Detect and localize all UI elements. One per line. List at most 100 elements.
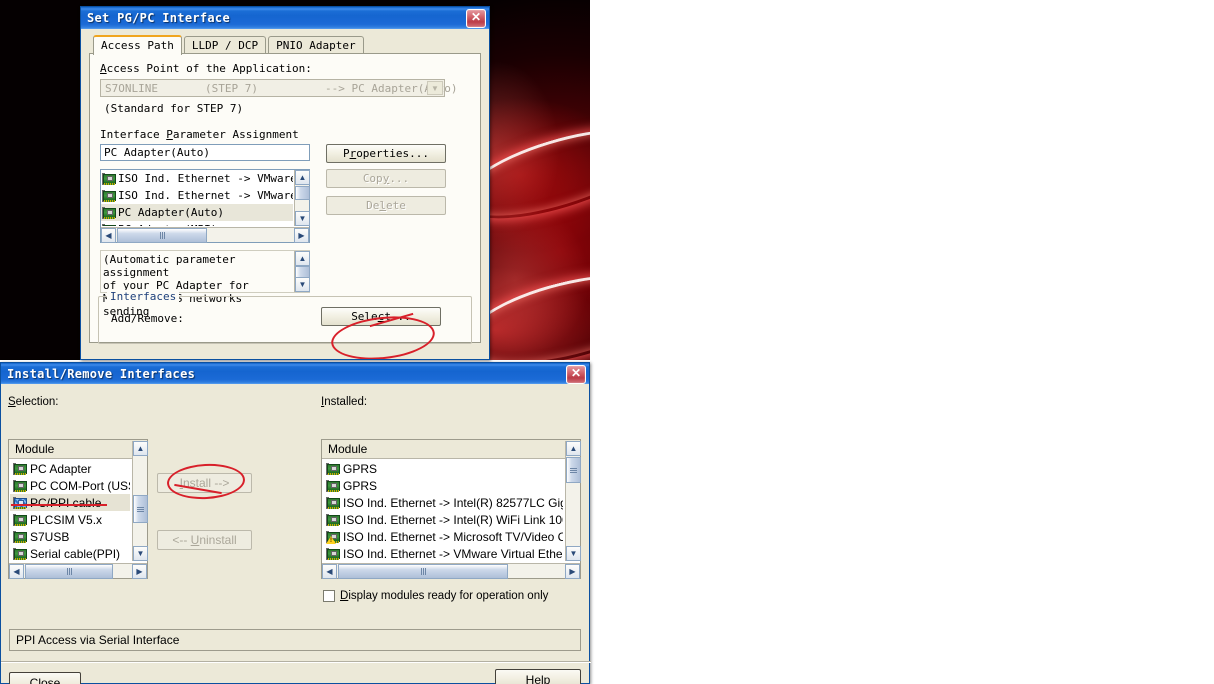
horizontal-scrollbar[interactable]: ◀ ▶: [101, 227, 309, 242]
list-item-label: PC/PPI cable: [30, 496, 101, 510]
access-point-value-col2: (STEP 7): [205, 82, 325, 95]
network-card-icon: [327, 480, 340, 492]
scroll-right-icon[interactable]: ▶: [565, 564, 580, 579]
checkbox-box[interactable]: [323, 590, 335, 602]
ipa-value-field[interactable]: PC Adapter(Auto): [100, 144, 310, 161]
list-item-label: PC Adapter(Auto): [118, 206, 224, 219]
divider-highlight: [1, 662, 591, 663]
selection-listbox[interactable]: Module PC Adapter PC COM-Port (USS) PC/P…: [8, 439, 148, 579]
scroll-up-icon[interactable]: ▲: [295, 251, 310, 266]
list-item-selected[interactable]: PC Adapter(Auto): [101, 204, 293, 221]
list-item[interactable]: ISO Ind. Ethernet -> VMware: [101, 187, 293, 204]
window-title: Install/Remove Interfaces: [7, 367, 195, 381]
scroll-down-icon[interactable]: ▼: [133, 546, 148, 561]
network-card-icon: [327, 497, 340, 509]
tab-lldp-dcp[interactable]: LLDP / DCP: [184, 36, 266, 54]
list-item-selected[interactable]: PC/PPI cable: [10, 494, 130, 511]
display-ready-modules-checkbox[interactable]: Display modules ready for operation only: [323, 590, 548, 602]
scroll-up-icon[interactable]: ▲: [295, 170, 310, 185]
hscrollbar-thumb[interactable]: [117, 228, 207, 243]
interface-listbox[interactable]: ISO Ind. Ethernet -> VMware ISO Ind. Eth…: [100, 169, 310, 243]
list-item[interactable]: ISO Ind. Ethernet -> Intel(R) 82577LC Gi…: [323, 494, 563, 511]
column-header-module: Module: [322, 440, 580, 459]
scroll-down-icon[interactable]: ▼: [295, 277, 310, 292]
network-card-icon: [14, 531, 27, 543]
list-item[interactable]: S7USB: [10, 528, 130, 545]
network-card-icon: [103, 173, 116, 185]
scroll-down-icon[interactable]: ▼: [566, 546, 581, 561]
access-point-label: Access Point of the Application:: [100, 62, 470, 75]
list-item-label: ISO Ind. Ethernet -> Intel(R) 82577LC Gi…: [343, 496, 563, 510]
scroll-right-icon[interactable]: ▶: [294, 228, 309, 243]
scroll-left-icon[interactable]: ◀: [322, 564, 337, 579]
horizontal-scrollbar[interactable]: ◀ ▶: [9, 563, 147, 578]
install-button[interactable]: Install -->: [157, 473, 252, 493]
network-card-icon: [14, 480, 27, 492]
scroll-up-icon[interactable]: ▲: [133, 441, 148, 456]
scroll-up-icon[interactable]: ▲: [566, 441, 581, 456]
list-item[interactable]: PC Adapter(MPI): [101, 221, 293, 226]
list-item[interactable]: GPRS: [323, 477, 563, 494]
network-card-icon: [103, 207, 116, 219]
tab-panel-access-path: Access Point of the Application: S7ONLIN…: [89, 53, 481, 343]
delete-button[interactable]: Delete: [326, 196, 446, 215]
scrollbar-thumb[interactable]: [295, 186, 310, 200]
dialog-body: Access Path LLDP / DCP PNIO Adapter Acce…: [81, 29, 489, 343]
tab-pnio-adapter[interactable]: PNIO Adapter: [268, 36, 363, 54]
hscrollbar-thumb[interactable]: [338, 564, 508, 579]
vertical-scrollbar[interactable]: ▲ ▼: [565, 441, 580, 561]
access-point-combo[interactable]: S7ONLINE (STEP 7) --> PC Adapter(Auto) ▼: [100, 79, 445, 97]
scrollbar-thumb[interactable]: [133, 495, 148, 523]
close-icon[interactable]: ✕: [566, 365, 586, 384]
list-item[interactable]: ISO Ind. Ethernet -> Intel(R) WiFi Link …: [323, 511, 563, 528]
list-item[interactable]: PC Adapter: [10, 460, 130, 477]
set-pgpc-interface-dialog: Set PG/PC Interface ✕ Access Path LLDP /…: [80, 6, 490, 360]
installed-listbox[interactable]: Module GPRS GPRS ISO Ind. Ethernet -> In…: [321, 439, 581, 579]
list-item-label: S7USB: [30, 530, 69, 544]
tab-access-path[interactable]: Access Path: [93, 35, 182, 55]
list-item[interactable]: Serial cable(PPI): [10, 545, 130, 561]
list-item[interactable]: ISO Ind. Ethernet -> VMware: [101, 170, 293, 187]
list-item[interactable]: PLCSIM V5.x: [10, 511, 130, 528]
titlebar[interactable]: Set PG/PC Interface ✕: [81, 7, 489, 29]
scroll-left-icon[interactable]: ◀: [9, 564, 24, 579]
standard-note: (Standard for STEP 7): [104, 102, 470, 115]
horizontal-scrollbar[interactable]: ◀ ▶: [322, 563, 580, 578]
uninstall-button[interactable]: <-- Uninstall: [157, 530, 252, 550]
access-point-value-col1: S7ONLINE: [105, 82, 205, 95]
vertical-scrollbar[interactable]: ▲ ▼: [294, 170, 309, 226]
list-item-label: ISO Ind. Ethernet -> VMware: [118, 189, 293, 202]
vertical-scrollbar[interactable]: ▲ ▼: [132, 441, 147, 561]
scrollbar-thumb[interactable]: [566, 457, 581, 483]
interfaces-groupbox: Interfaces Add/Remove: Select...: [98, 296, 472, 344]
list-item-label: ISO Ind. Ethernet -> VMware Virtual Ethe…: [343, 547, 563, 561]
close-icon[interactable]: ✕: [466, 9, 486, 28]
chevron-down-icon[interactable]: ▼: [427, 81, 443, 95]
titlebar[interactable]: Install/Remove Interfaces ✕: [1, 363, 589, 384]
network-card-icon: [14, 514, 27, 526]
close-button[interactable]: Close: [9, 672, 81, 684]
scroll-right-icon[interactable]: ▶: [132, 564, 147, 579]
copy-button[interactable]: Copy...: [326, 169, 446, 188]
description-box: (Automatic parameter assignment of your …: [100, 250, 310, 293]
tab-strip: Access Path LLDP / DCP PNIO Adapter: [93, 35, 481, 54]
hscrollbar-thumb[interactable]: [25, 564, 113, 579]
help-button[interactable]: Help: [495, 669, 581, 684]
properties-button[interactable]: Properties...: [326, 144, 446, 163]
scroll-left-icon[interactable]: ◀: [101, 228, 116, 243]
list-item-label: Serial cable(PPI): [30, 547, 120, 561]
install-remove-interfaces-dialog: Install/Remove Interfaces ✕ Selection: M…: [0, 362, 590, 684]
screen-root: Set PG/PC Interface ✕ Access Path LLDP /…: [0, 0, 1214, 684]
select-button[interactable]: Select...: [321, 307, 441, 326]
list-item[interactable]: ISO Ind. Ethernet -> VMware Virtual Ethe…: [323, 545, 563, 561]
groupbox-title: Interfaces: [107, 290, 179, 303]
list-item-label: PC Adapter: [30, 462, 91, 476]
network-card-icon: [103, 190, 116, 202]
list-item[interactable]: ISO Ind. Ethernet -> Microsoft TV/Video …: [323, 528, 563, 545]
scroll-down-icon[interactable]: ▼: [295, 211, 310, 226]
description-scrollbar[interactable]: ▲ ▼: [294, 251, 309, 292]
list-item[interactable]: PC COM-Port (USS): [10, 477, 130, 494]
list-item-label: ISO Ind. Ethernet -> Microsoft TV/Video …: [343, 530, 563, 544]
list-item-label: GPRS: [343, 479, 377, 493]
list-item[interactable]: GPRS: [323, 460, 563, 477]
